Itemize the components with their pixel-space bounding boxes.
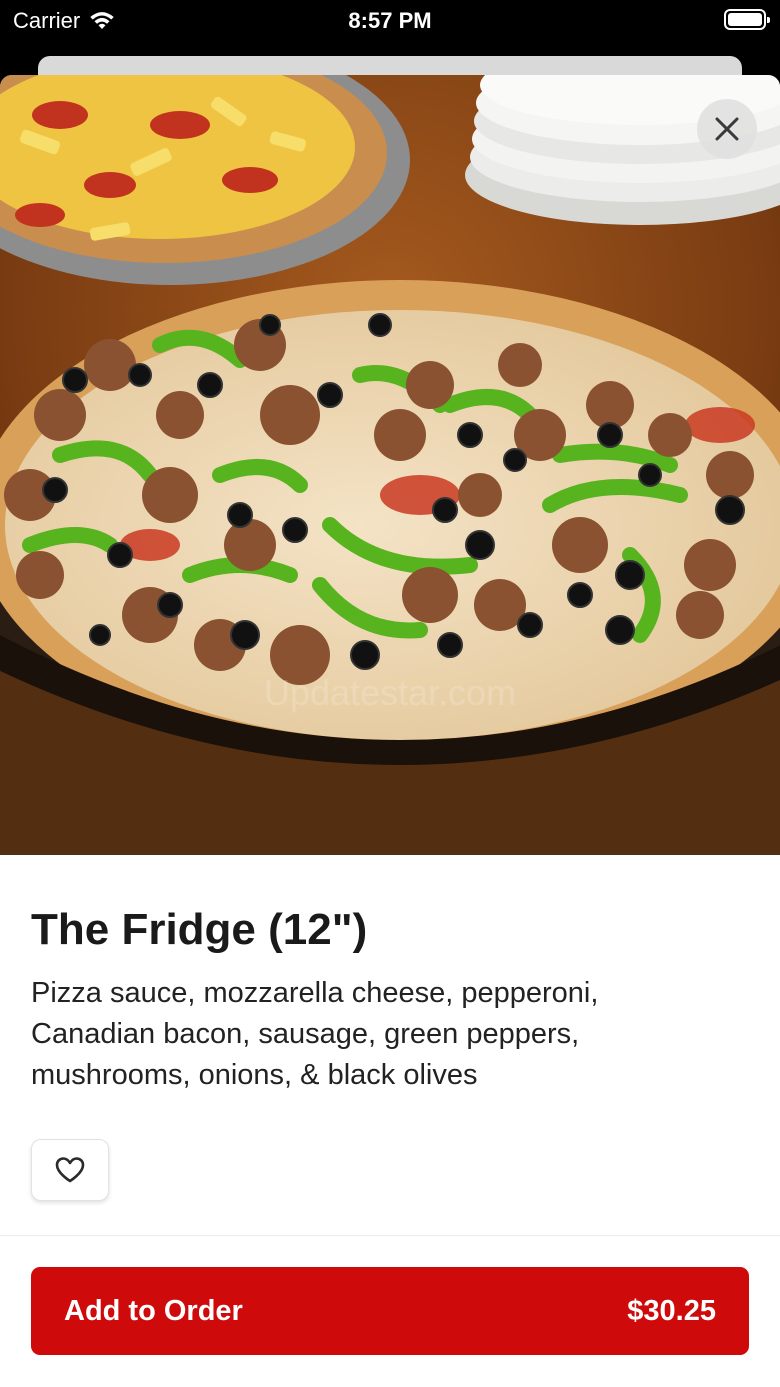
battery-icon: [724, 9, 770, 30]
favorite-button[interactable]: [31, 1139, 109, 1201]
price-label: $30.25: [627, 1294, 716, 1327]
product-title: The Fridge (12"): [31, 905, 368, 954]
heart-icon: [55, 1157, 85, 1183]
product-sheet: Updatestar.com The Fridge (12") Pizza sa…: [0, 75, 780, 1387]
add-to-order-button[interactable]: Add to Order $30.25: [31, 1267, 749, 1355]
close-button[interactable]: [697, 99, 757, 159]
clock: 8:57 PM: [348, 8, 432, 33]
watermark-label: Updatestar.com: [264, 672, 516, 713]
close-icon: [715, 117, 739, 141]
divider: [0, 1235, 780, 1236]
add-to-order-label: Add to Order: [64, 1294, 243, 1327]
product-description: Pizza sauce, mozzarella cheese, pepperon…: [31, 977, 599, 1091]
pizza-photo: Updatestar.com: [0, 75, 780, 855]
status-bar: Carrier 8:57 PM: [0, 0, 780, 44]
